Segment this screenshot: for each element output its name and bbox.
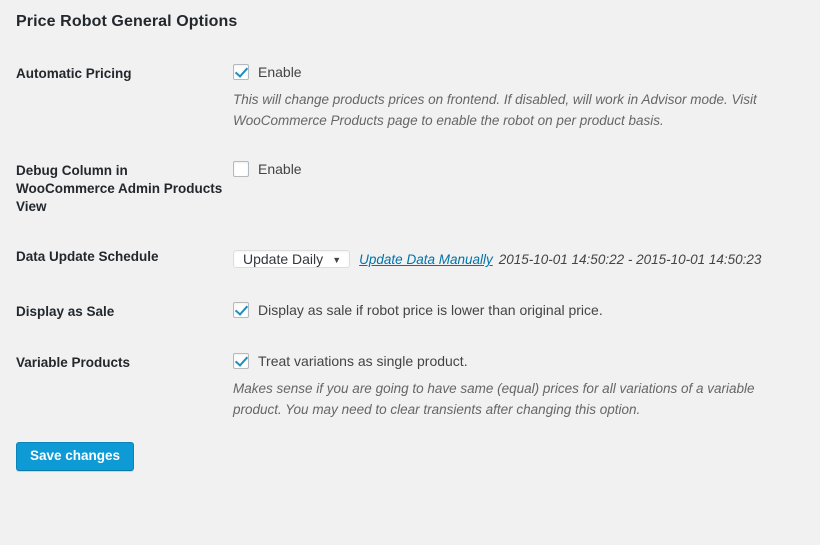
- row-variable-products: Variable Products Treat variations as si…: [0, 338, 820, 435]
- automatic-pricing-checkbox[interactable]: [233, 64, 249, 80]
- update-timestamps: 2015-10-01 14:50:22 - 2015-10-01 14:50:2…: [498, 252, 762, 268]
- variable-products-checkbox-label: Treat variations as single product.: [258, 352, 468, 369]
- field-automatic-pricing: Enable This will change products prices …: [233, 49, 820, 146]
- schedule-controls: Update Daily ▼ Update Data Manually 2015…: [233, 246, 810, 273]
- options-page: Price Robot General Options Automatic Pr…: [0, 0, 820, 545]
- row-debug-column: Debug Column in WooCommerce Admin Produc…: [0, 146, 820, 233]
- schedule-select[interactable]: Update Daily: [233, 250, 351, 269]
- automatic-pricing-description: This will change products prices on fron…: [233, 92, 757, 129]
- row-display-as-sale: Display as Sale Display as sale if robot…: [0, 287, 820, 337]
- debug-column-checkbox-row[interactable]: Enable: [233, 160, 810, 178]
- label-debug-column: Debug Column in WooCommerce Admin Produc…: [16, 162, 223, 215]
- debug-column-checkbox[interactable]: [233, 160, 249, 177]
- field-debug-column: Enable: [233, 146, 820, 233]
- display-as-sale-checkbox[interactable]: [233, 302, 249, 319]
- label-automatic-pricing: Automatic Pricing: [16, 66, 132, 81]
- variable-products-description: Makes sense if you are going to have sam…: [233, 380, 755, 417]
- row-automatic-pricing: Automatic Pricing Enable This will chang…: [0, 49, 820, 146]
- save-changes-button[interactable]: Save changes: [16, 442, 135, 471]
- automatic-pricing-checkbox-label: Enable: [258, 64, 302, 80]
- update-data-manually-link[interactable]: Update Data Manually: [359, 252, 493, 267]
- label-display-as-sale: Display as Sale: [16, 304, 115, 320]
- field-data-update-schedule: Update Daily ▼ Update Data Manually 2015…: [233, 232, 820, 287]
- schedule-select-wrap[interactable]: Update Daily ▼: [233, 246, 351, 273]
- field-display-as-sale: Display as sale if robot price is lower …: [233, 287, 820, 337]
- display-as-sale-checkbox-label: Display as sale if robot price is lower …: [258, 302, 603, 319]
- variable-products-checkbox[interactable]: [233, 352, 249, 369]
- label-variable-products: Variable Products: [16, 354, 131, 370]
- row-data-update-schedule: Data Update Schedule Update Daily ▼ Upda…: [0, 232, 820, 287]
- debug-column-checkbox-label: Enable: [258, 160, 302, 177]
- variable-products-checkbox-row[interactable]: Treat variations as single product.: [233, 352, 810, 370]
- display-as-sale-checkbox-row[interactable]: Display as sale if robot price is lower …: [233, 301, 810, 319]
- page-title: Price Robot General Options: [16, 13, 238, 30]
- general-options-form-table: Automatic Pricing Enable This will chang…: [0, 49, 820, 434]
- submit-area: Save changes: [0, 434, 820, 471]
- automatic-pricing-checkbox-row[interactable]: Enable: [233, 63, 810, 81]
- field-variable-products: Treat variations as single product. Make…: [233, 338, 820, 435]
- label-data-update-schedule: Data Update Schedule: [16, 249, 159, 265]
